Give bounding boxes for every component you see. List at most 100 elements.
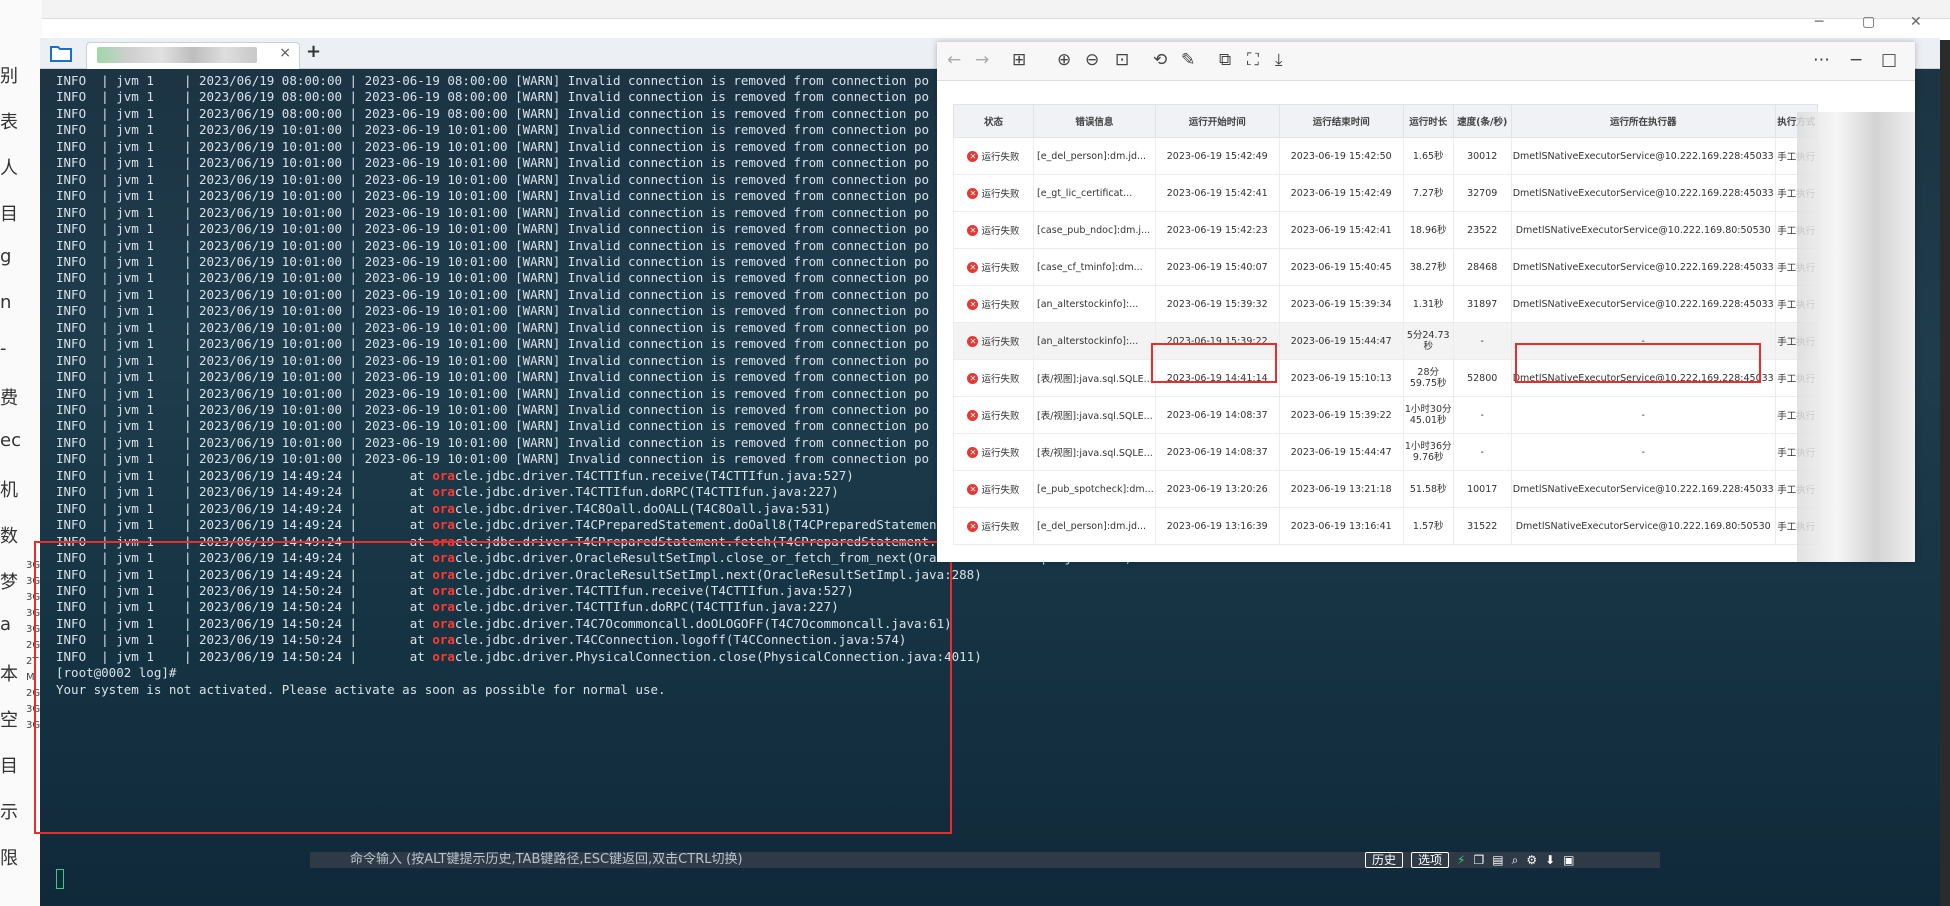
table-row[interactable]: ✕ 运行失败 [表/视图]:java.sql.SQLE... 2023-06-19 1…	[953, 396, 1818, 434]
cell-exec: DmetlSNativeExecutorService@10.222.169.8…	[1510, 507, 1776, 545]
lightning-icon[interactable]: ⚡	[1457, 853, 1465, 867]
forward-icon[interactable]: →	[975, 50, 989, 70]
desktop-top-strip	[0, 0, 1950, 19]
table-row[interactable]: ✕ 运行失败 [e_del_person]:dm.jd... 2023-06-19 1…	[953, 507, 1818, 545]
cell-err: [case_pub_ndoc]:dm.j...	[1033, 211, 1156, 249]
close-icon[interactable]: ✕	[1910, 14, 1922, 30]
cell-exec: -	[1510, 433, 1776, 471]
table-row[interactable]: ✕ 运行失败 [表/视图]:java.sql.SQLE... 2023-06-19 1…	[953, 433, 1818, 471]
error-icon: ✕	[967, 483, 979, 495]
error-icon: ✕	[967, 224, 979, 236]
log-timestamp: 2023/06/19 08:00:00	[199, 105, 343, 121]
more-icon[interactable]: ⋯	[1813, 50, 1830, 70]
error-icon: ✕	[967, 520, 979, 532]
column-header: 状态	[953, 104, 1034, 138]
log-process: jvm 1	[116, 385, 154, 401]
table-row[interactable]: ✕ 运行失败 [e_pub_spotcheck]:dm... 2023-06-19 1…	[953, 470, 1818, 508]
edit-icon[interactable]: ✎	[1181, 50, 1195, 70]
log-message: 2023-06-19 10:01:00 [WARN] Invalid conne…	[364, 369, 930, 385]
cell-exec: DmetlSNativeExecutorService@10.222.169.2…	[1510, 470, 1776, 508]
maximize-icon[interactable]: ▢	[1862, 14, 1875, 30]
back-icon[interactable]: ←	[947, 50, 961, 70]
task-log-table: 状态错误信息运行开始时间运行结束时间运行时长速度(条/秒)运行所在执行器执行方式…	[953, 104, 1818, 545]
rotate-icon[interactable]: ⟲	[1153, 50, 1167, 70]
cell-speed: 31522	[1452, 507, 1512, 545]
window-icon[interactable]: ▣	[1563, 853, 1574, 867]
copy-icon[interactable]: ❐	[1473, 853, 1484, 867]
column-header: 错误信息	[1033, 104, 1156, 138]
log-level: INFO	[56, 500, 87, 516]
document-icon[interactable]: ▤	[1492, 853, 1503, 867]
cell-speed: -	[1452, 433, 1512, 471]
cell-end: 2023-06-19 13:21:18	[1278, 470, 1404, 508]
table-row[interactable]: ✕ 运行失败 [e_gt_lic_certificat... 2023-06-19 1…	[953, 174, 1818, 212]
options-button[interactable]: 选项	[1411, 852, 1450, 868]
viewer-maximize-icon[interactable]: □	[1881, 50, 1897, 70]
cell-status: ✕ 运行失败	[953, 285, 1034, 323]
cell-start: 2023-06-19 15:42:23	[1154, 211, 1280, 249]
crop-icon[interactable]: ⧉	[1219, 50, 1231, 70]
zoom-out-icon[interactable]: ⊖	[1085, 50, 1099, 70]
log-level: INFO	[56, 467, 87, 483]
table-header-row: 状态错误信息运行开始时间运行结束时间运行时长速度(条/秒)运行所在执行器执行方式	[953, 104, 1818, 138]
log-process: jvm 1	[116, 286, 154, 302]
cell-status: ✕ 运行失败	[953, 433, 1034, 471]
cell-start: 2023-06-19 14:08:37	[1154, 396, 1280, 434]
cell-speed: -	[1452, 396, 1512, 434]
log-process: jvm 1	[116, 467, 154, 483]
viewer-toolbar: ← → ⊞ ⊕ ⊖ ⊡ ⟲ ✎ ⧉ ⛶ ⤓ ⋯ − □	[937, 42, 1915, 81]
grid-icon[interactable]: ⊞	[1012, 50, 1026, 70]
stack-at: at	[409, 484, 425, 500]
cell-err: [表/视图]:java.sql.SQLE...	[1033, 396, 1156, 434]
zoom-in-icon[interactable]: ⊕	[1057, 50, 1071, 70]
table-row[interactable]: ✕ 运行失败 [an_alterstockinfo]:... 2023-06-19 1…	[953, 285, 1818, 323]
minimize-icon[interactable]: ─	[1815, 14, 1823, 30]
cell-start: 2023-06-19 13:20:26	[1154, 470, 1280, 508]
log-process: jvm 1	[116, 221, 154, 237]
log-message: 2023-06-19 10:01:00 [WARN] Invalid conne…	[364, 451, 930, 467]
log-process: jvm 1	[116, 402, 154, 417]
status-badge: ✕ 运行失败	[967, 482, 1020, 496]
status-text: 运行失败	[981, 448, 1020, 459]
log-timestamp: 2023/06/19 10:01:00	[199, 138, 343, 154]
gear-icon[interactable]: ⚙	[1526, 853, 1537, 867]
cell-end: 2023-06-19 15:44:47	[1278, 433, 1404, 471]
table-row[interactable]: ✕ 运行失败 [case_cf_tminfo]:dm... 2023-06-19 15…	[953, 248, 1818, 286]
log-message: 2023-06-19 10:01:00 [WARN] Invalid conne…	[364, 434, 930, 450]
tab-close-icon[interactable]: ×	[279, 45, 291, 61]
cell-dur: 1.31秒	[1402, 285, 1454, 323]
cell-status: ✕ 运行失败	[953, 248, 1034, 286]
cell-end: 2023-06-19 15:42:49	[1278, 174, 1404, 212]
status-text: 运行失败	[981, 263, 1020, 274]
redacted-region	[1797, 112, 1915, 562]
cell-err: [e_del_person]:dm.jd...	[1033, 137, 1156, 175]
cell-exec: DmetlSNativeExecutorService@10.222.169.2…	[1510, 137, 1776, 175]
table-row[interactable]: ✕ 运行失败 [case_pub_ndoc]:dm.j... 2023-06-19 1…	[953, 211, 1818, 249]
tab-session[interactable]: ×	[86, 42, 300, 69]
search-icon[interactable]: ⌕	[1512, 853, 1519, 868]
viewer-minimize-icon[interactable]: −	[1849, 50, 1863, 70]
log-message: 2023-06-19 10:01:00 [WARN] Invalid conne…	[364, 138, 930, 154]
save-icon[interactable]: ⤓	[1275, 50, 1283, 70]
log-level: INFO	[56, 221, 87, 237]
highlight-box-executor	[1515, 343, 1761, 383]
download-icon[interactable]: ⬇	[1545, 853, 1555, 867]
log-timestamp: 2023/06/19 10:01:00	[199, 286, 343, 302]
scan-icon[interactable]: ⛶	[1247, 50, 1259, 70]
status-badge: ✕ 运行失败	[967, 408, 1020, 422]
new-tab-icon[interactable]: +	[306, 41, 321, 62]
cell-speed: 28468	[1452, 248, 1512, 286]
folder-icon[interactable]	[50, 44, 72, 62]
status-text: 运行失败	[981, 226, 1020, 237]
status-badge: ✕ 运行失败	[967, 445, 1020, 459]
stack-at: at	[409, 500, 425, 516]
fit-icon[interactable]: ⊡	[1115, 50, 1129, 70]
log-timestamp: 2023/06/19 10:01:00	[199, 155, 343, 171]
log-timestamp: 2023/06/19 10:01:00	[199, 221, 343, 237]
table-row[interactable]: ✕ 运行失败 [e_del_person]:dm.jd... 2023-06-19 1…	[953, 137, 1818, 175]
log-process: jvm 1	[116, 204, 154, 220]
cell-status: ✕ 运行失败	[953, 322, 1034, 360]
history-button[interactable]: 历史	[1365, 852, 1404, 868]
tab-title-redacted	[97, 47, 257, 63]
log-message: 2023-06-19 10:01:00 [WARN] Invalid conne…	[364, 122, 930, 138]
